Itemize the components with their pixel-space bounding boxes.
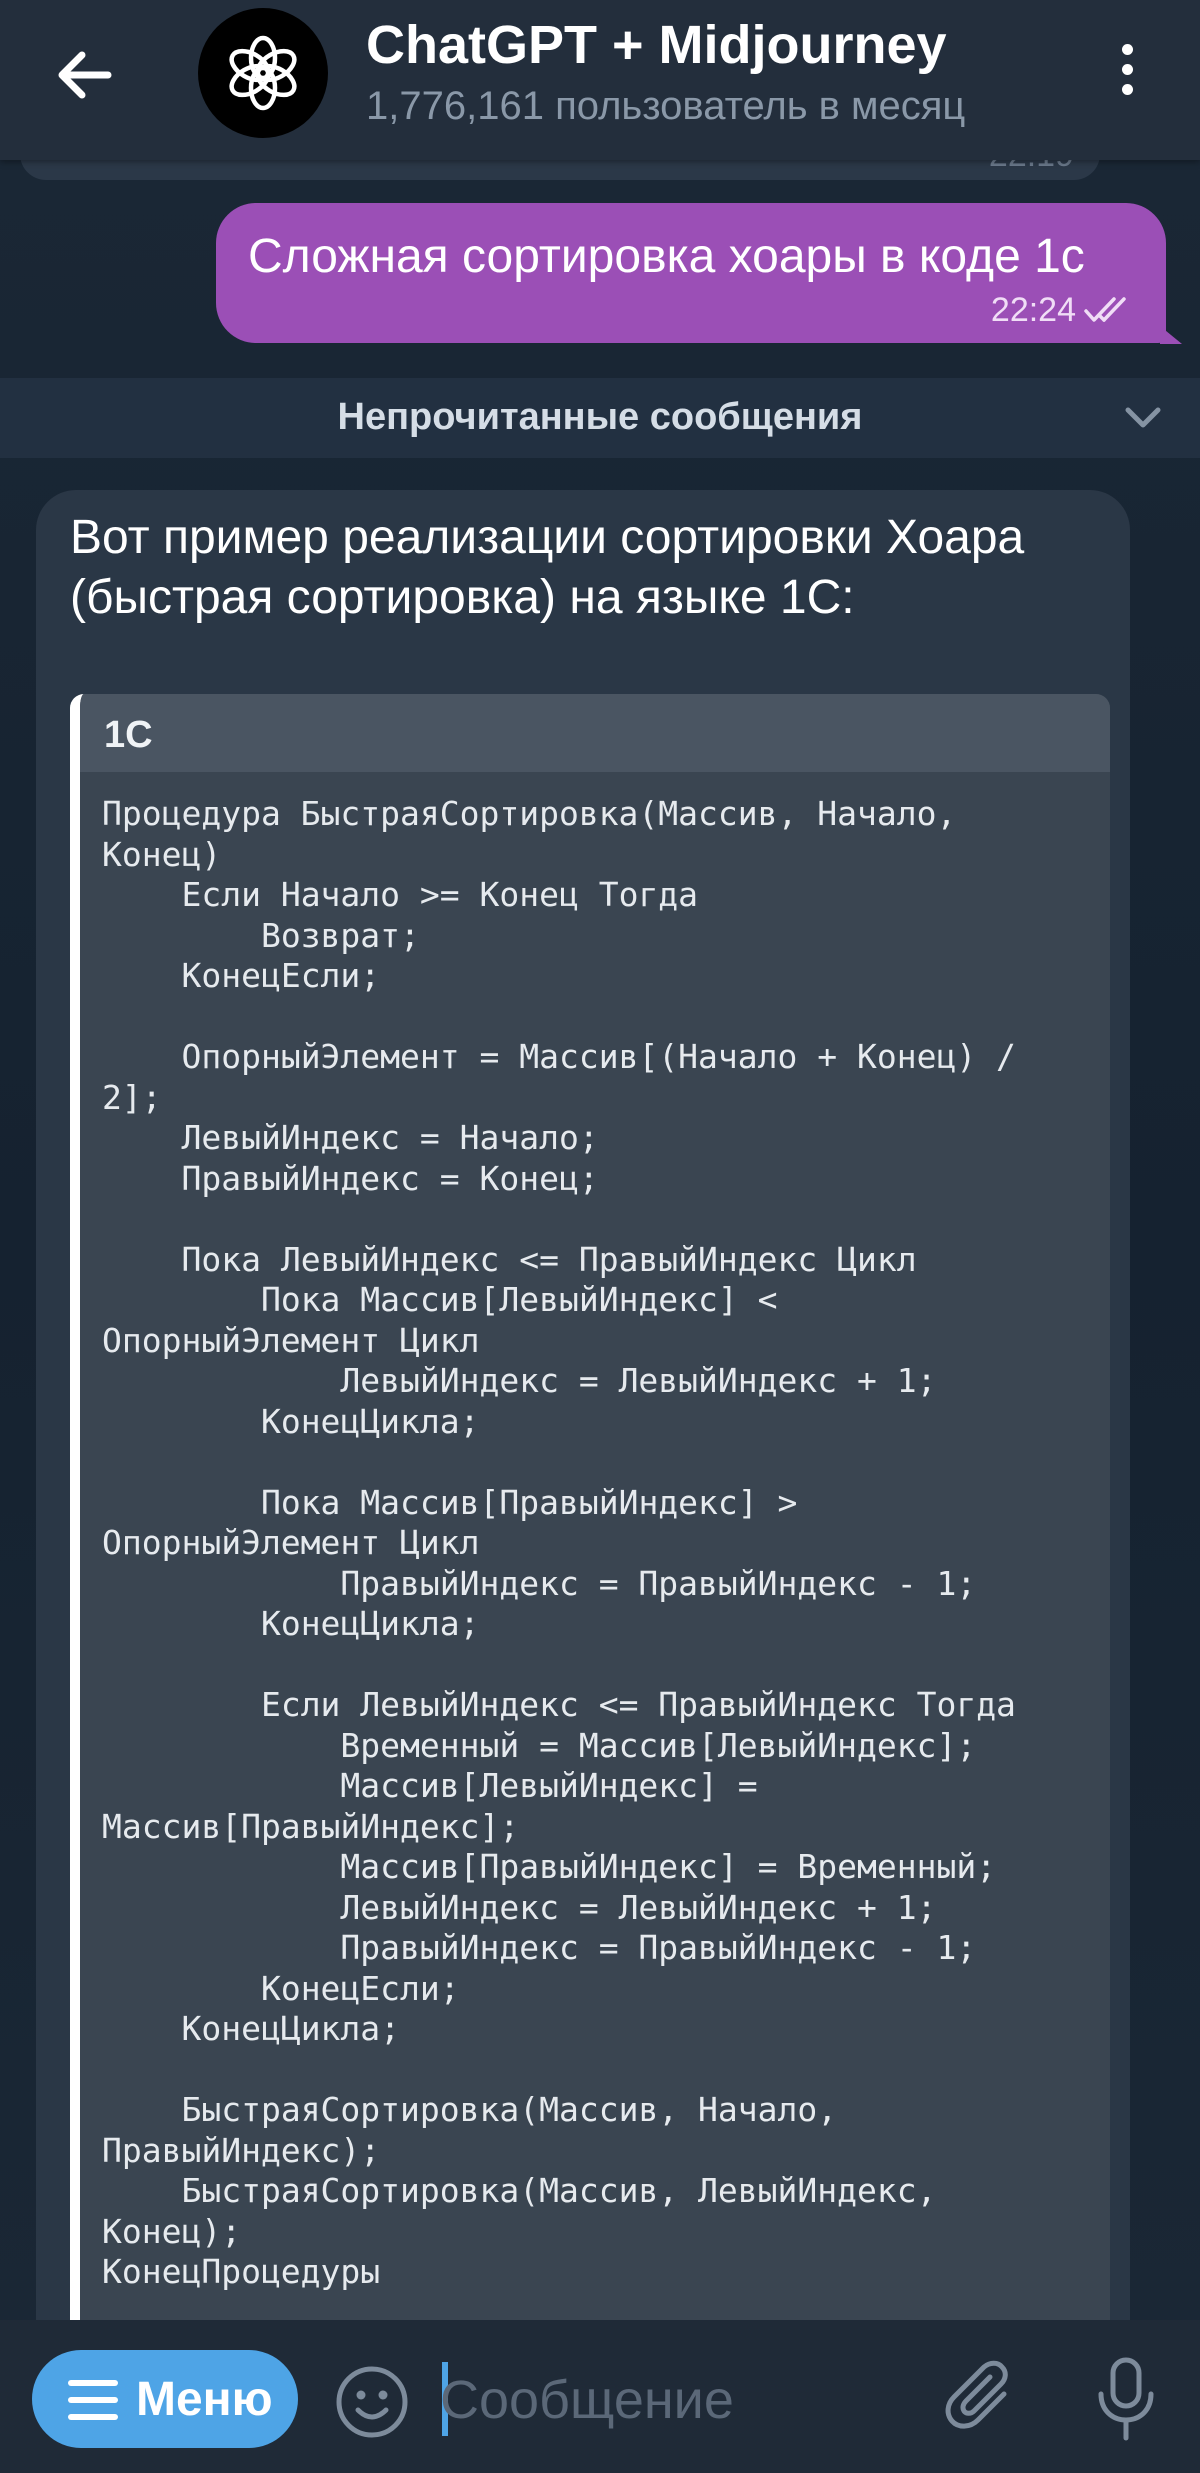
code-block[interactable]: 1C Процедура БыстраяСортировка(Массив, Н…	[70, 694, 1110, 2394]
paperclip-icon[interactable]	[944, 2360, 1022, 2440]
double-check-icon	[1084, 297, 1126, 322]
outgoing-message[interactable]: Сложная сортировка хоары в коде 1с 22:24	[216, 203, 1166, 343]
incoming-message[interactable]: Вот пример реализации сортировки Хоара (…	[36, 490, 1130, 2394]
microphone-icon[interactable]	[1094, 2356, 1158, 2444]
message-time: 22:24	[990, 291, 1076, 329]
message-input[interactable]: Сообщение	[440, 2360, 920, 2440]
back-button[interactable]	[50, 40, 120, 110]
more-vertical-icon	[1110, 44, 1144, 95]
message-text: Вот пример реализации сортировки Хоара (…	[70, 511, 1025, 624]
message-text: Сложная сортировка хоары в коде 1с	[248, 230, 1085, 283]
back-arrow-icon	[58, 51, 112, 99]
unread-label: Непрочитанные сообщения	[337, 396, 863, 438]
code-language-label: 1C	[80, 694, 1110, 772]
message-composer: Меню Сообщение	[0, 2320, 1200, 2473]
unread-divider: Непрочитанные сообщения	[0, 378, 1200, 458]
menu-button[interactable]: Меню	[32, 2350, 298, 2448]
code-content: Процедура БыстраяСортировка(Массив, Нача…	[102, 794, 1016, 2291]
menu-label: Меню	[136, 2373, 273, 2426]
chat-title[interactable]: ChatGPT + Midjourney	[366, 14, 947, 76]
menu-icon	[68, 2380, 118, 2420]
chat-header: ChatGPT + Midjourney 1,776,161 пользоват…	[0, 0, 1200, 160]
more-options-button[interactable]	[1110, 44, 1144, 104]
emoji-icon[interactable]	[334, 2364, 410, 2440]
chevron-down-icon[interactable]	[1120, 400, 1166, 436]
chatgpt-logo-icon	[229, 35, 297, 111]
avatar[interactable]	[198, 8, 328, 138]
chat-subtitle: 1,776,161 пользователь в месяц	[366, 84, 966, 128]
